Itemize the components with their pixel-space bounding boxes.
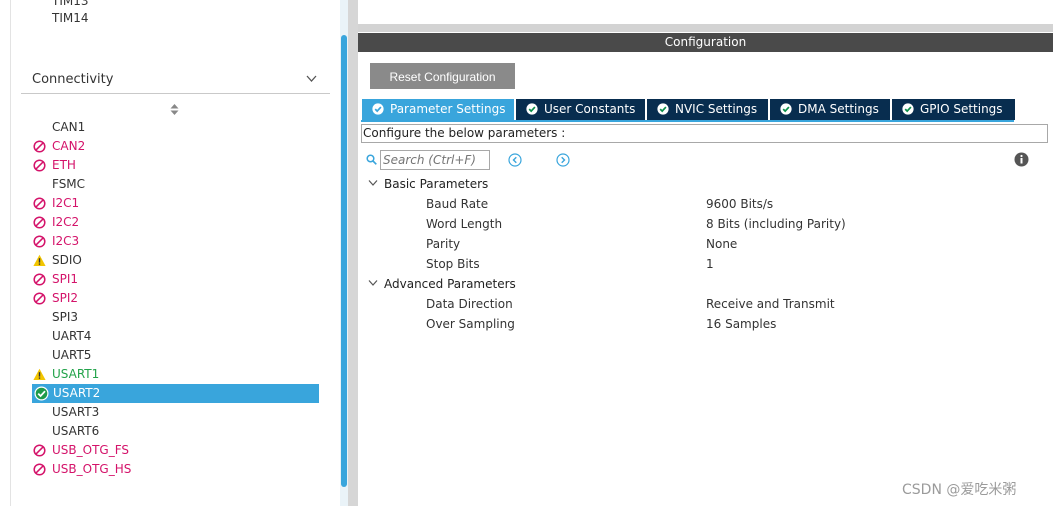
- tab-label: DMA Settings: [798, 102, 879, 116]
- param-name: Word Length: [426, 217, 503, 231]
- peripheral-label: SPI2: [52, 291, 79, 305]
- param-value[interactable]: 9600 Bits/s: [706, 194, 773, 214]
- peripheral-label: USB_OTG_FS: [52, 443, 130, 457]
- param-name: Stop Bits: [426, 257, 480, 271]
- check-icon: [34, 386, 49, 401]
- previous-icon[interactable]: [508, 153, 522, 167]
- info-icon[interactable]: [1014, 152, 1029, 167]
- peripheral-label: CAN1: [52, 120, 86, 134]
- error-icon: [33, 216, 46, 229]
- mode-panel-separator: [358, 24, 1053, 32]
- tree-item-tim14[interactable]: TIM14: [52, 9, 89, 28]
- param-value[interactable]: 16 Samples: [706, 314, 776, 334]
- peripheral-label: I2C3: [52, 234, 80, 248]
- check-circle-icon: [372, 103, 384, 115]
- scrollbar-thumb[interactable]: [341, 35, 347, 487]
- tab-label: Parameter Settings: [390, 102, 506, 116]
- error-icon: [33, 463, 46, 476]
- peripheral-label: ETH: [52, 158, 76, 172]
- param-row-word-length[interactable]: Word Length 8 Bits (including Parity): [426, 214, 1046, 234]
- param-row-data-direction[interactable]: Data Direction Receive and Transmit: [426, 294, 1046, 314]
- param-value[interactable]: Receive and Transmit: [706, 294, 835, 314]
- param-value[interactable]: 1: [706, 254, 714, 274]
- error-icon: [33, 235, 46, 248]
- reset-configuration-button[interactable]: Reset Configuration: [370, 63, 515, 89]
- peripheral-label: I2C1: [52, 196, 80, 210]
- error-icon: [33, 159, 46, 172]
- watermark: CSDN @爱吃米粥: [902, 482, 1017, 498]
- tab-label: User Constants: [544, 102, 636, 116]
- peripheral-label: SPI1: [52, 272, 79, 286]
- tab-nvic-settings[interactable]: NVIC Settings: [647, 99, 770, 120]
- warning-icon: [33, 368, 46, 380]
- tab-label: GPIO Settings: [920, 102, 1003, 116]
- chevron-down-icon[interactable]: [368, 179, 378, 187]
- param-name: Parity: [426, 237, 461, 251]
- param-value[interactable]: None: [706, 234, 737, 254]
- tab-parameter-settings[interactable]: Parameter Settings: [362, 99, 516, 120]
- peripheral-label: UART5: [52, 348, 92, 362]
- param-value[interactable]: 8 Bits (including Parity): [706, 214, 846, 234]
- peripheral-label: USART1: [52, 367, 100, 381]
- configuration-title: Configuration: [358, 33, 1053, 52]
- tab-label: NVIC Settings: [675, 102, 758, 116]
- peripheral-label: USART3: [52, 405, 100, 419]
- error-icon: [33, 273, 46, 286]
- param-name: Baud Rate: [426, 197, 489, 211]
- check-circle-icon: [902, 103, 914, 115]
- chevron-down-icon[interactable]: [306, 75, 317, 83]
- group-label: Basic Parameters: [384, 177, 489, 191]
- peripheral-label: CAN2: [52, 139, 86, 153]
- peripheral-label: SDIO: [52, 253, 82, 267]
- error-icon: [33, 444, 46, 457]
- error-icon: [33, 140, 46, 153]
- check-circle-icon: [526, 103, 538, 115]
- param-row-stop-bits[interactable]: Stop Bits 1: [426, 254, 1046, 274]
- peripheral-label: I2C2: [52, 215, 80, 229]
- search-icon: [366, 154, 377, 165]
- chevron-down-icon[interactable]: [368, 279, 378, 287]
- peripheral-tree-panel: TIM13 TIM14 Connectivity CAN1 CAN2 ETH FSMC…: [0, 0, 340, 506]
- peripheral-label: FSMC: [52, 177, 86, 191]
- group-label: Advanced Parameters: [384, 277, 516, 291]
- param-row-over-sampling[interactable]: Over Sampling 16 Samples: [426, 314, 1046, 334]
- sort-icon[interactable]: [170, 104, 179, 116]
- tab-underline: [361, 120, 1014, 122]
- tree-item-tim13[interactable]: TIM13: [52, 0, 89, 8]
- panel-splitter[interactable]: [348, 0, 358, 506]
- category-connectivity-label[interactable]: Connectivity: [32, 71, 113, 89]
- category-divider: [21, 93, 330, 94]
- param-row-baud-rate[interactable]: Baud Rate 9600 Bits/s: [426, 194, 1046, 214]
- configure-hint: Configure the below parameters :: [361, 124, 1048, 143]
- error-icon: [33, 292, 46, 305]
- search-input[interactable]: [380, 150, 490, 170]
- peripheral-label: SPI3: [52, 310, 79, 324]
- param-name: Over Sampling: [426, 317, 515, 331]
- check-circle-icon: [780, 103, 792, 115]
- check-circle-icon: [657, 103, 669, 115]
- next-icon[interactable]: [556, 153, 570, 167]
- param-row-parity[interactable]: Parity None: [426, 234, 1046, 254]
- tab-gpio-settings[interactable]: GPIO Settings: [892, 99, 1017, 120]
- warning-icon: [33, 254, 46, 266]
- peripheral-label: USB_OTG_HS: [52, 462, 132, 476]
- peripheral-item-usart2[interactable]: USART2: [32, 384, 319, 403]
- tab-user-constants[interactable]: User Constants: [516, 99, 647, 120]
- error-icon: [33, 197, 46, 210]
- param-name: Data Direction: [426, 297, 513, 311]
- peripheral-label: UART4: [52, 329, 92, 343]
- peripheral-label: USART6: [52, 424, 100, 438]
- peripheral-label: USART2: [53, 386, 101, 400]
- panel-border: [10, 0, 11, 506]
- tab-dma-settings[interactable]: DMA Settings: [770, 99, 892, 120]
